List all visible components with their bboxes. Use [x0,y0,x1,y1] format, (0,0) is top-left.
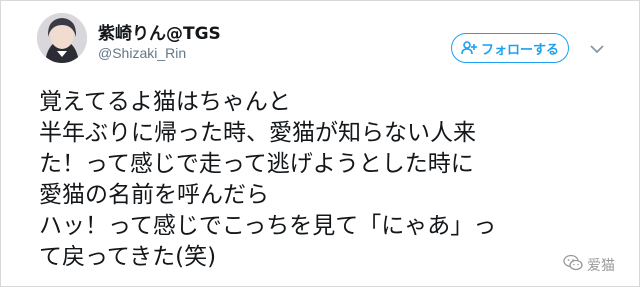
tweet-line: 半年ぶりに帰った時、愛猫が知らない人来 [39,120,476,146]
wechat-icon [563,254,583,276]
tweet-line: ハッ！って感じでこっちを見て「にゃあ」っ [39,213,497,239]
avatar-image [37,13,87,63]
tweet-line: 愛猫の名前を呼んだら [39,182,269,208]
author-name[interactable]: 紫崎りん@TGS [98,19,221,44]
chevron-down-icon [590,39,604,58]
follow-button-label: フォローする [480,42,559,58]
watermark: 爱猫 [563,254,615,276]
tweet-line: た！って感じで走って逃げようとした時に [39,151,474,177]
tweet-text: 覚えてるよ猫はちゃんと 半年ぶりに帰った時、愛猫が知らない人来 た！って感じで走… [39,87,629,273]
tweet-line: 覚えてるよ猫はちゃんと [39,89,291,115]
author-handle[interactable]: @Shizaki_Rin [98,45,186,61]
avatar[interactable] [37,13,87,63]
watermark-label: 爱猫 [587,258,615,274]
add-person-icon [461,41,477,55]
tweet-line: て戻ってきた(笑) [39,244,217,270]
more-menu-button[interactable] [588,39,606,57]
tweet-card: 紫崎りん@TGS @Shizaki_Rin フォローする 覚えてるよ猫はちゃんと… [0,0,640,287]
follow-button[interactable]: フォローする [451,33,569,63]
